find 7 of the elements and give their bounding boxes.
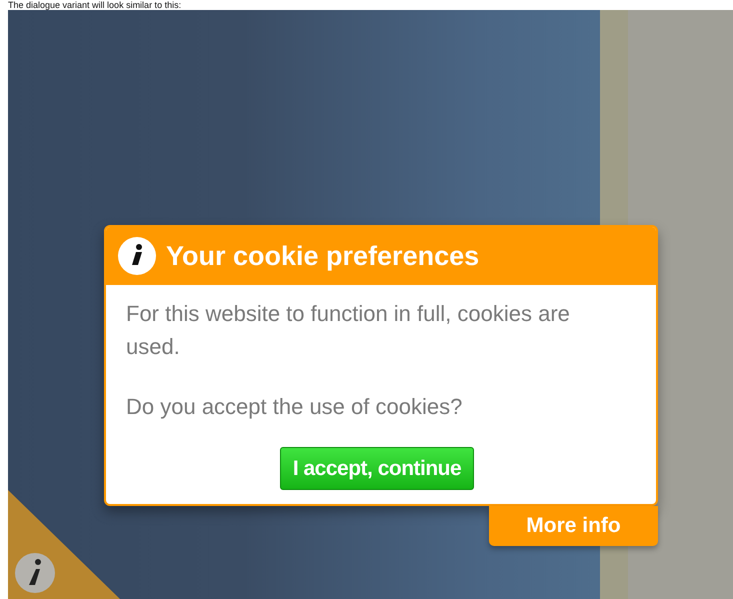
message-text: Do you accept the use of cookies? [126,393,464,421]
dialog-title: Your cookie preferences [166,240,480,272]
accept-button[interactable]: I accept, continue [280,447,474,490]
info-icon [118,237,156,275]
message-text: For this website to function in full, cookies are used. [126,300,571,361]
more-info-link[interactable]: More info [489,506,658,546]
caption-text: The dialogue variant will look similar to this: [8,0,182,10]
